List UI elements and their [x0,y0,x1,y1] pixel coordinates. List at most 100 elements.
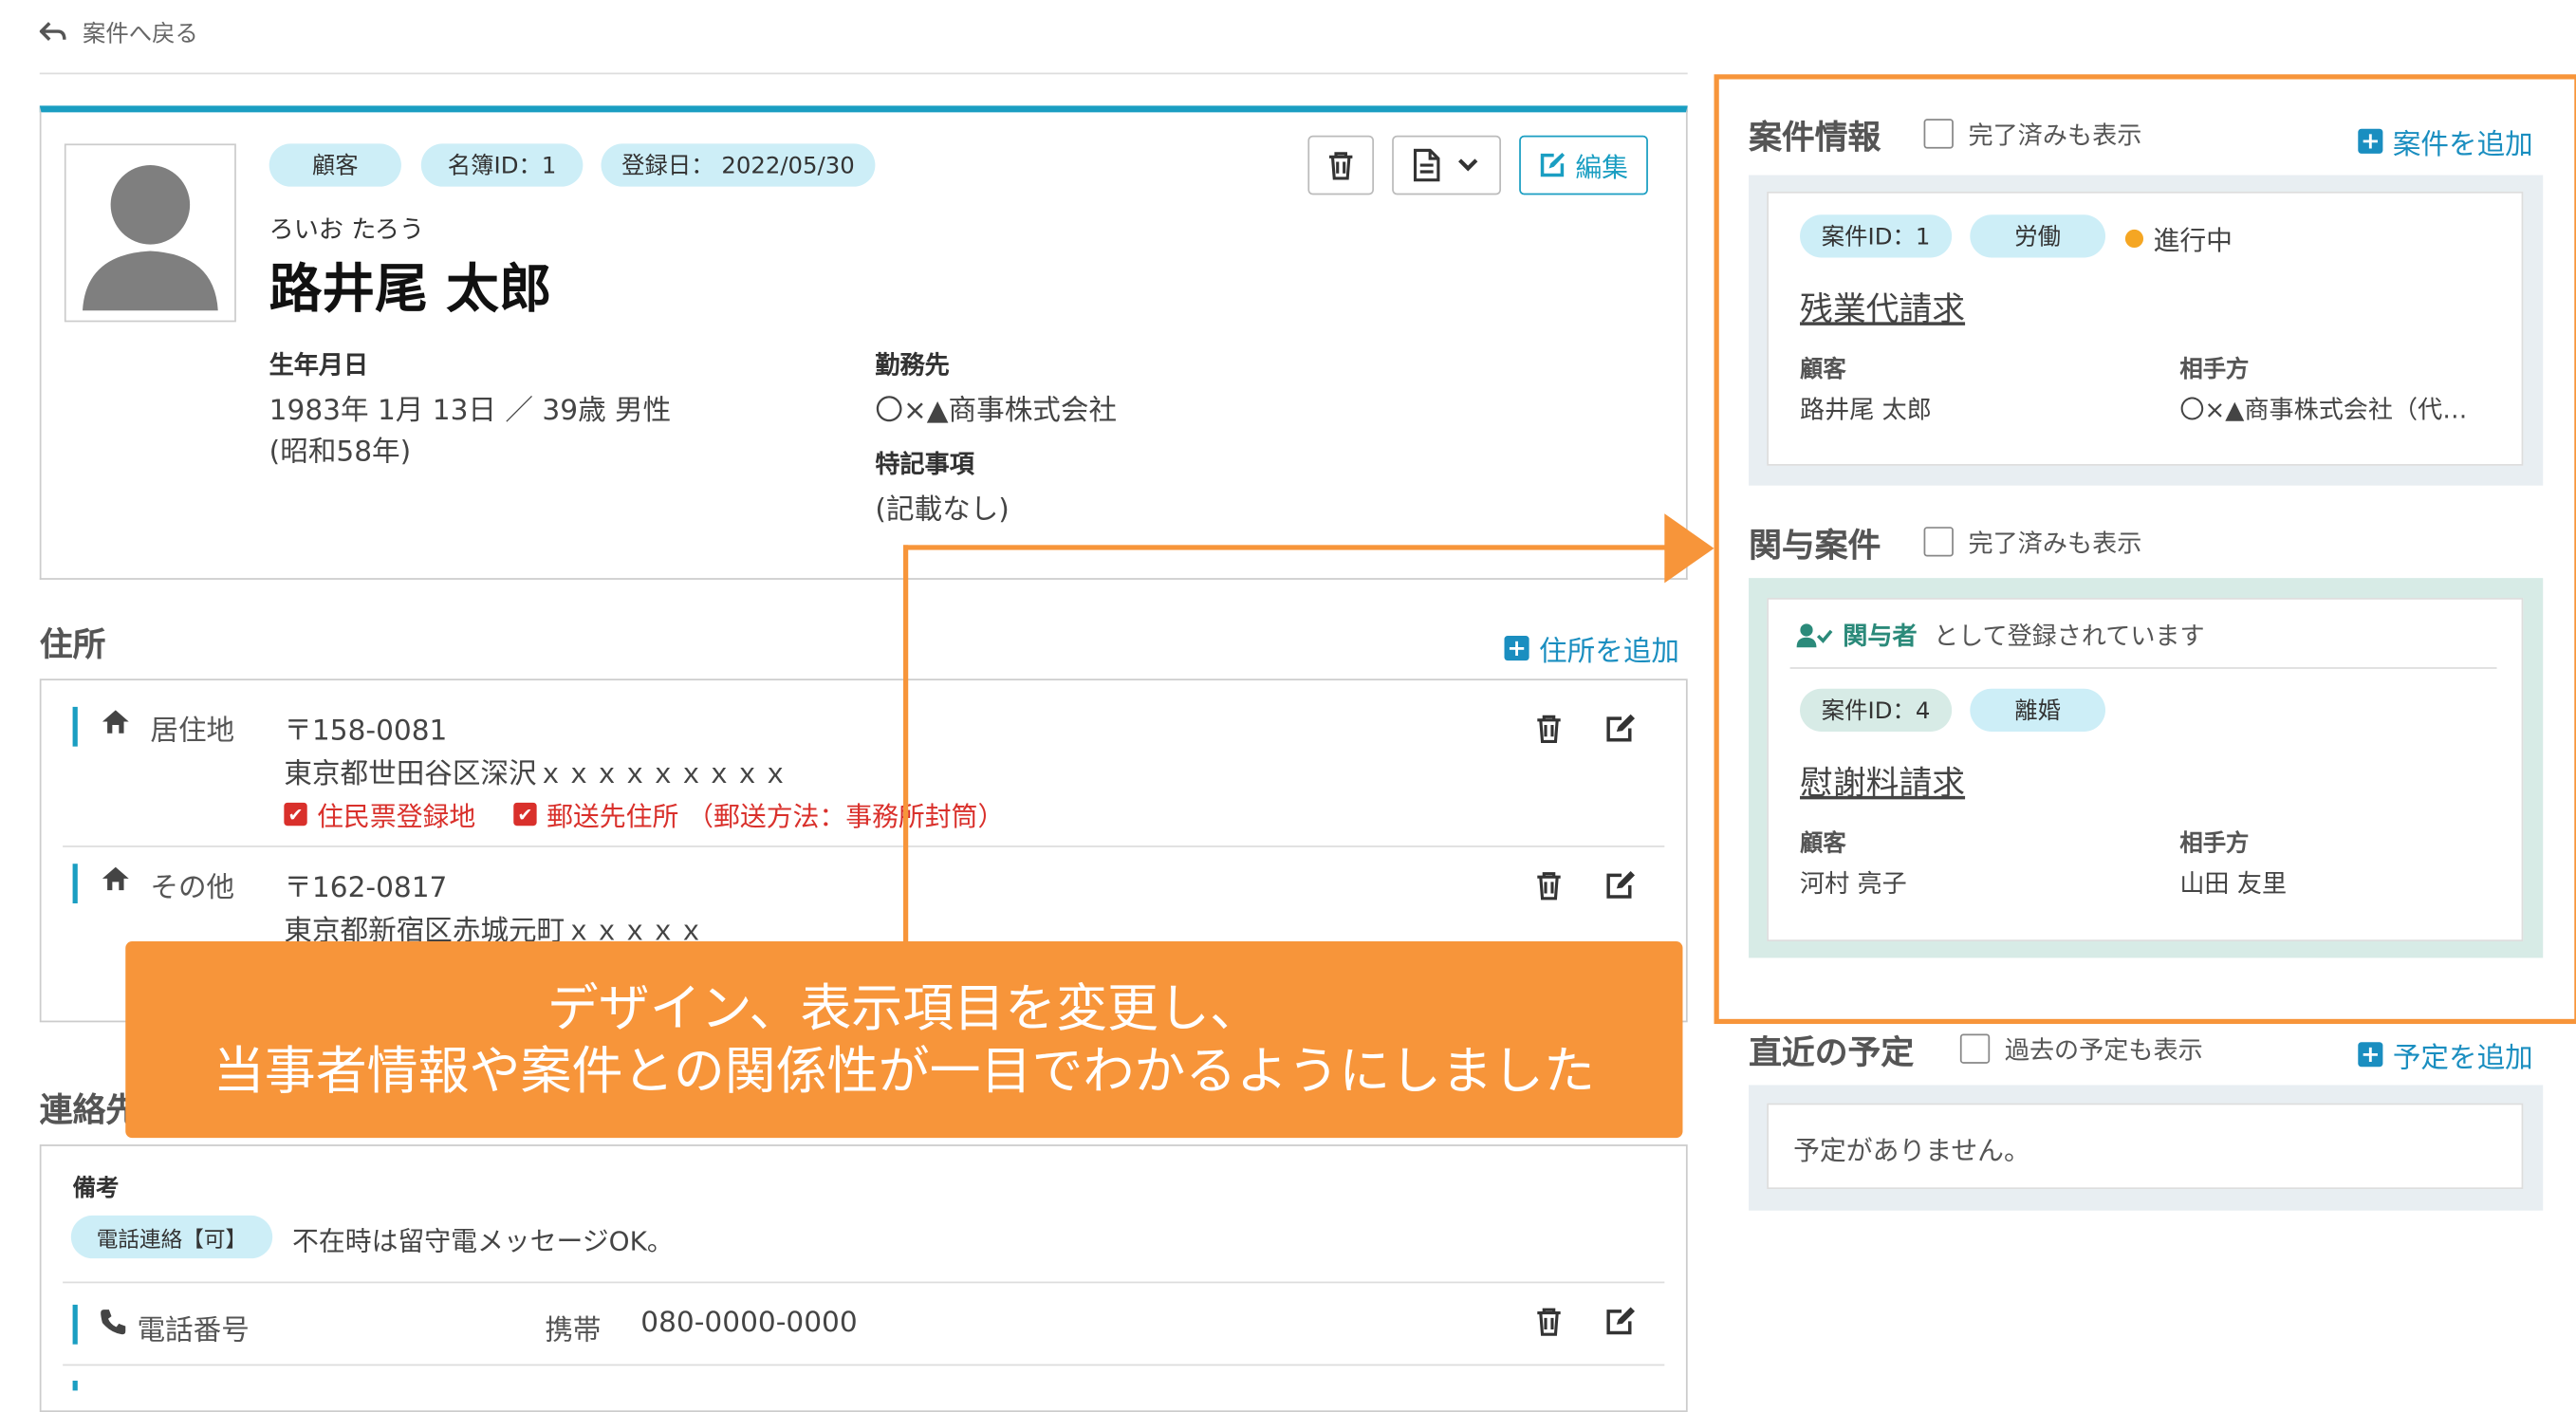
birth-value: 1983年 1月 13日 ／ 39歳 男性 [269,394,672,428]
edit-icon [1540,152,1566,177]
add-case-link[interactable]: + 案件を追加 [2358,121,2533,162]
show-done-checkbox[interactable] [1923,119,1954,149]
client-value: 路井尾 太郎 [1800,394,1932,425]
role-suffix: として登録されています [1934,621,2205,651]
address-flag-resident: ✔ 住民票登録地 [284,794,475,834]
add-address-link[interactable]: + 住所を追加 [1504,627,1679,669]
client-name: 路井尾 太郎 [269,257,552,321]
plus-icon: + [2358,1042,2383,1068]
delete-phone-button[interactable] [1536,1307,1563,1336]
divider [39,72,1688,75]
opponent-value: 〇×▲商事株式会社（代… [2179,394,2468,425]
schedule-empty: 予定がありません。 [1793,1134,2030,1166]
add-schedule-label: 予定を追加 [2392,1042,2533,1076]
delete-address-button[interactable] [1536,870,1563,901]
user-silhouette-icon [83,165,218,311]
edit-button[interactable]: 編集 [1519,135,1648,195]
address-line: 東京都世田谷区深沢ｘｘｘｘｘｘｘｘｘ [284,757,789,791]
show-done-checkbox[interactable] [1923,527,1954,557]
status-dot-icon [2124,229,2144,248]
address-zip: 〒158-0081 [284,715,448,749]
divider [63,1364,1665,1366]
delete-button[interactable] [1307,135,1375,195]
annotation-arrow-icon [1664,513,1714,584]
plus-icon: + [1504,636,1529,661]
document-icon [1413,148,1440,182]
delete-address-button[interactable] [1536,714,1563,744]
show-past-checkbox[interactable] [1959,1033,1991,1064]
checkbox-checked-icon: ✔ [284,802,307,827]
back-link[interactable]: 案件へ戻る [39,16,198,49]
case-category-badge: 離婚 [1970,688,2106,732]
birth-era: (昭和58年) [269,436,412,470]
address-zip: 〒162-0817 [284,871,448,905]
trash-icon [1537,1308,1561,1336]
memo-label: 備考 [72,1176,120,1203]
home-icon [102,866,129,891]
badge-client: 顧客 [269,143,401,187]
edit-icon [1606,871,1635,899]
case-id-badge: 案件ID：4 [1800,688,1953,732]
accent-bar [72,864,78,903]
case-category-badge: 労働 [1970,214,2106,258]
work-value: 〇×▲商事株式会社 [875,394,1118,428]
avatar [64,143,236,323]
status-label: 進行中 [2153,224,2233,256]
checkbox-checked-icon: ✔ [513,802,537,827]
accent-bar [72,1304,78,1345]
show-done-label: 完了済みも表示 [1968,528,2142,559]
accent-bar [72,706,78,747]
schedule-title: 直近の予定 [1749,1031,1915,1072]
case-title-link[interactable]: 慰謝料請求 [1800,756,1965,804]
document-menu-button[interactable] [1392,135,1502,195]
phone-kind: 携帯 [545,1314,602,1348]
badge-registered: 登録日： 2022/05/30 [601,143,876,187]
divider [1789,667,2497,669]
notes-value: (記載なし) [875,493,1010,528]
opponent-value: 山田 友里 [2179,868,2288,899]
name-kana: ろいお たろう [269,214,425,245]
plus-icon: + [2358,128,2383,154]
address-flag-mailing: ✔ 郵送先住所 （郵送方法：事務所封筒） [513,794,1004,834]
case-id-badge: 案件ID：1 [1800,214,1953,258]
home-icon [102,710,129,734]
birth-label: 生年月日 [269,349,369,381]
user-check-icon [1796,622,1833,647]
back-arrow-icon [39,22,66,42]
annotation-line2: 当事者情報や案件との関係性が一目でわかるようにしました [213,1041,1595,1101]
show-past-label: 過去の予定も表示 [2004,1035,2203,1066]
role-label: 関与者 [1843,621,1918,651]
edit-label: 編集 [1575,152,1629,184]
phone-label: 電話番号 [137,1314,250,1348]
opponent-label: 相手方 [2179,356,2250,383]
flag-resident-label: 住民票登録地 [317,801,476,833]
annotation-line1: デザイン、表示項目を変更し、 [547,978,1261,1038]
address-type: その他 [150,871,235,905]
contact-panel [39,1144,1688,1412]
trash-icon [1329,152,1353,180]
opponent-label: 相手方 [2179,830,2250,858]
case-title-link[interactable]: 残業代請求 [1800,283,1965,330]
phone-number: 080-0000-0000 [640,1306,858,1340]
edit-phone-button[interactable] [1605,1307,1637,1336]
phone-ok-badge: 電話連絡【可】 [70,1215,273,1259]
edit-address-button[interactable] [1605,870,1637,900]
add-schedule-link[interactable]: + 予定を追加 [2358,1033,2533,1076]
client-value: 河村 亮子 [1800,868,1907,899]
add-address-label: 住所を追加 [1539,636,1679,669]
address-type: 居住地 [150,715,235,749]
add-case-label: 案件を追加 [2392,128,2533,162]
annotation-line [902,545,909,942]
annotation-callout: デザイン、表示項目を変更し、 当事者情報や案件との関係性が一目でわかるようにしま… [125,941,1683,1139]
divider [63,845,1665,847]
client-label: 顧客 [1800,830,1846,858]
accent-bar [72,1380,78,1391]
annotation-line [902,545,1668,550]
divider [63,1281,1665,1284]
edit-address-button[interactable] [1605,714,1637,743]
related-title: 関与案件 [1749,525,1881,566]
case-status: 進行中 [2124,218,2233,258]
related-role: 関与者 として登録されています [1796,618,2205,653]
trash-icon [1537,872,1561,901]
phone-icon [101,1310,126,1335]
